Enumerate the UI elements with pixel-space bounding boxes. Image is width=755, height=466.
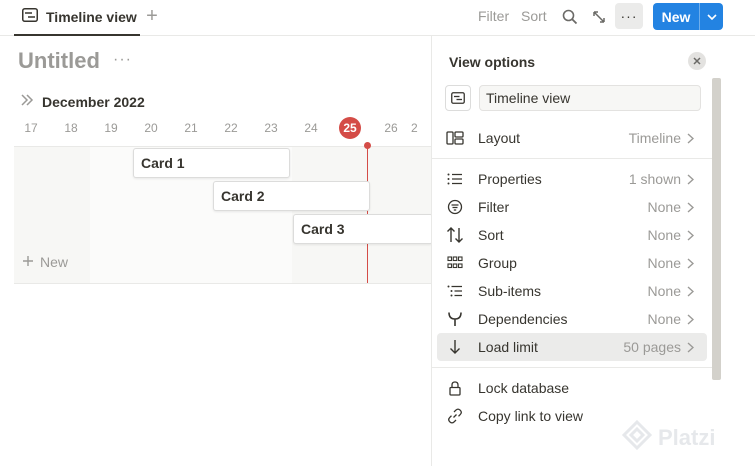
new-button[interactable]: New <box>653 3 723 30</box>
add-new-label: New <box>40 254 69 270</box>
double-chevron-right-icon[interactable] <box>20 93 34 111</box>
option-label: Sub-items <box>478 283 542 299</box>
chevron-right-icon <box>687 173 699 185</box>
option-label: Layout <box>478 130 521 146</box>
option-value: 1 shown <box>628 171 681 187</box>
timeline-card[interactable]: Card 1 <box>133 148 290 178</box>
tab-timeline-view[interactable]: Timeline view <box>14 0 140 36</box>
expand-icon[interactable] <box>588 6 610 28</box>
layout-option[interactable]: Layout Timeline <box>437 124 707 152</box>
sort-icon <box>437 227 473 243</box>
day-label: 22 <box>224 121 238 135</box>
option-value: None <box>647 227 681 243</box>
option-label: Dependencies <box>478 311 568 327</box>
new-button-label: New <box>661 8 691 25</box>
option-value: None <box>647 311 681 327</box>
tab-label: Timeline view <box>46 9 137 25</box>
dependencies-option[interactable]: Dependencies None <box>437 305 707 333</box>
layout-icon <box>437 131 473 145</box>
search-icon[interactable] <box>559 6 581 28</box>
day-label: 19 <box>104 121 118 135</box>
option-label: Properties <box>478 171 542 187</box>
view-name-input[interactable] <box>479 85 701 111</box>
add-view-button[interactable]: + <box>142 5 162 27</box>
sort-button[interactable]: Sort <box>521 8 547 24</box>
option-value: 50 pages <box>623 339 681 355</box>
timeline-icon <box>22 7 38 27</box>
title-more-button[interactable]: ··· <box>113 51 132 69</box>
day-label: 17 <box>24 121 38 135</box>
page-title[interactable]: Untitled <box>18 48 100 74</box>
option-label: Lock database <box>478 380 570 396</box>
filter-option[interactable]: Filter None <box>437 193 707 221</box>
chevron-right-icon <box>687 229 699 241</box>
dependencies-icon <box>437 311 473 327</box>
day-label: 20 <box>144 121 158 135</box>
view-icon-button[interactable] <box>445 85 471 111</box>
option-label: Filter <box>478 199 510 215</box>
lock-database-option[interactable]: Lock database <box>437 374 707 402</box>
load-limit-option[interactable]: Load limit 50 pages <box>437 333 707 361</box>
chevron-right-icon <box>687 341 699 353</box>
arrow-down-icon <box>437 339 473 355</box>
group-icon <box>437 256 473 270</box>
month-header: December 2022 <box>20 93 145 111</box>
chevron-right-icon <box>687 313 699 325</box>
chevron-right-icon <box>687 132 699 144</box>
more-options-button[interactable]: ··· <box>615 3 643 29</box>
option-label: Sort <box>478 227 504 243</box>
filter-icon <box>437 199 473 215</box>
day-label: 26 <box>384 121 398 135</box>
option-label: Group <box>478 255 517 271</box>
option-value: None <box>647 199 681 215</box>
divider <box>432 158 712 159</box>
add-new-button[interactable]: New <box>22 254 68 270</box>
day-label: 23 <box>264 121 278 135</box>
day-label: 24 <box>304 121 318 135</box>
group-option[interactable]: Group None <box>437 249 707 277</box>
properties-option[interactable]: Properties 1 shown <box>437 165 707 193</box>
option-label: Load limit <box>478 339 538 355</box>
sub-items-icon <box>437 285 473 297</box>
watermark-text: Platzi <box>658 424 716 450</box>
view-options-panel: View options Layout Timeline Properties … <box>431 36 755 466</box>
today-marker: 25 <box>339 117 361 139</box>
option-value: None <box>647 283 681 299</box>
filter-button[interactable]: Filter <box>478 8 509 24</box>
panel-scrollbar[interactable] <box>712 78 721 380</box>
today-line-dot <box>364 142 371 149</box>
platzi-logo-icon <box>621 419 653 455</box>
timeline-card[interactable]: Card 2 <box>213 181 370 211</box>
option-value: None <box>647 255 681 271</box>
platzi-watermark: Platzi <box>621 419 716 455</box>
plus-icon <box>22 254 34 270</box>
sub-items-option[interactable]: Sub-items None <box>437 277 707 305</box>
day-label: 18 <box>64 121 78 135</box>
timeline-card[interactable]: Card 3 <box>293 214 433 244</box>
link-icon <box>437 408 473 424</box>
lock-icon <box>437 380 473 396</box>
panel-title: View options <box>449 54 536 70</box>
chevron-right-icon <box>687 257 699 269</box>
sort-option[interactable]: Sort None <box>437 221 707 249</box>
chevron-right-icon <box>687 285 699 297</box>
close-icon[interactable] <box>688 52 706 70</box>
day-label: 2 <box>411 121 418 135</box>
chevron-right-icon <box>687 201 699 213</box>
list-icon <box>437 173 473 185</box>
divider <box>432 367 712 368</box>
option-value: Timeline <box>628 130 681 146</box>
day-label: 21 <box>184 121 198 135</box>
chevron-down-icon[interactable] <box>700 13 723 20</box>
month-label: December 2022 <box>42 94 145 110</box>
top-bar: Timeline view + Filter Sort ··· New <box>0 0 755 36</box>
